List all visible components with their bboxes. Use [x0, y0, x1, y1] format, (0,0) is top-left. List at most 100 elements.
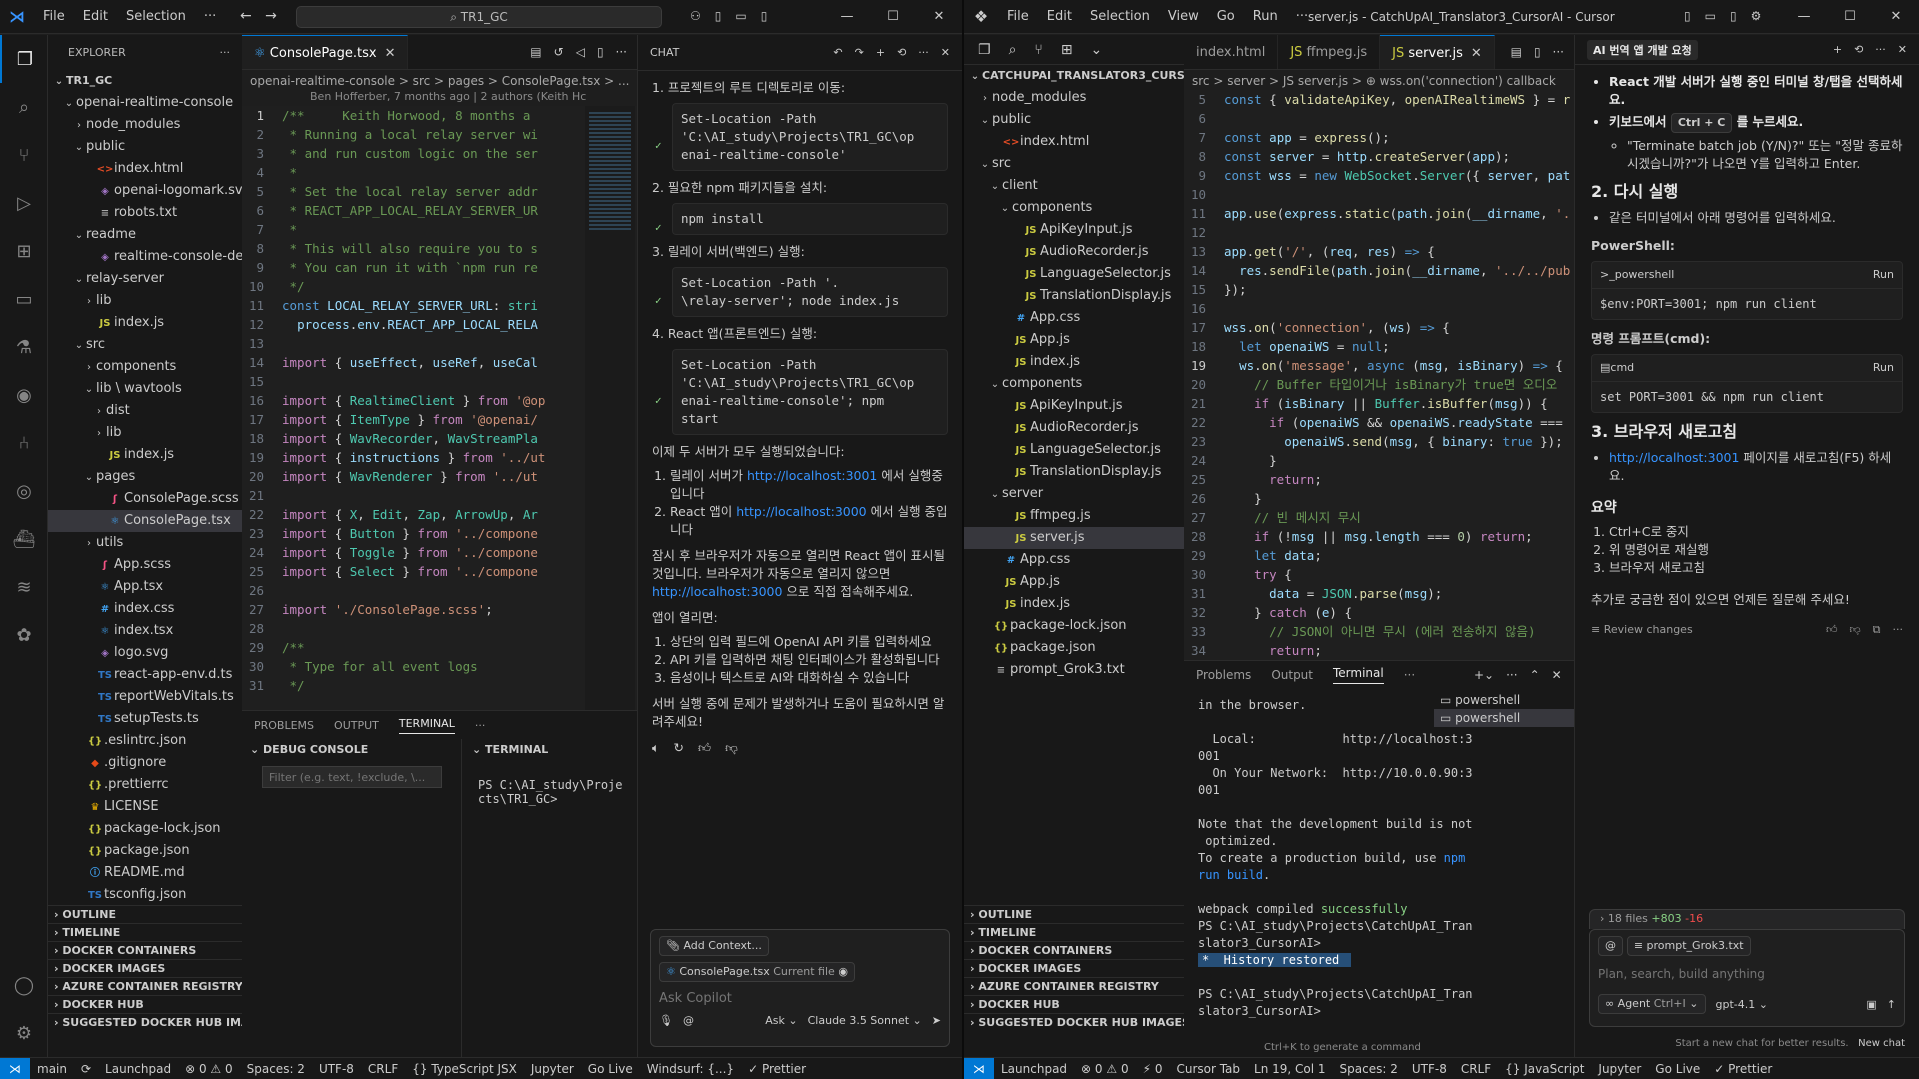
editor-tab[interactable]: JS ffmpeg.js — [1278, 35, 1381, 69]
tree-item[interactable]: ⌄ components — [964, 197, 1184, 219]
tree-item[interactable]: {} package-lock.json — [964, 615, 1184, 637]
tree-item[interactable]: ʃ App.scss — [48, 554, 242, 576]
chat-title[interactable]: AI 번역 앱 개발 요청 — [1587, 39, 1698, 60]
editor-tab[interactable]: index.html — [1184, 35, 1279, 69]
search-icon[interactable]: ⌕ — [0, 83, 48, 131]
add-context-button[interactable]: 📎︎ Add Context... — [659, 936, 769, 956]
status-item[interactable]: ✓ Prettier — [741, 1062, 813, 1076]
at-mention-icon[interactable]: @ — [683, 1014, 694, 1027]
panel-tab[interactable]: Terminal — [1333, 666, 1384, 684]
status-item[interactable]: Windsurf: {...} — [640, 1062, 741, 1076]
panel-tab[interactable]: Problems — [1196, 668, 1251, 682]
cmd-command[interactable]: set PORT=3001 && npm run client — [1592, 382, 1902, 412]
thumbs-down-icon[interactable]: 👎︎ — [725, 739, 738, 757]
run-debug-icon[interactable]: ▷ — [0, 179, 48, 227]
source-control-icon[interactable]: ⑂ — [0, 131, 48, 179]
status-item[interactable]: CRLF — [1454, 1062, 1498, 1076]
sidebar-section[interactable]: › OUTLINE — [48, 905, 242, 923]
tree-item[interactable]: {} package.json — [964, 637, 1184, 659]
menu-item[interactable]: Selection — [117, 9, 195, 24]
more-actions-icon[interactable]: ··· — [616, 45, 627, 59]
tree-item[interactable]: TS setupTests.ts — [48, 708, 242, 730]
speaker-icon[interactable]: 🔈︎ — [652, 739, 660, 757]
tree-item[interactable]: ʃ ConsolePage.scss — [48, 488, 242, 510]
gitlens-prev-icon[interactable]: ◁ — [576, 45, 585, 59]
code-block-2[interactable]: ✓ npm install — [655, 203, 948, 235]
status-item[interactable]: ⚡ 0 — [1136, 1062, 1170, 1076]
tree-item[interactable]: JS LanguageSelector.js — [964, 439, 1184, 461]
status-item[interactable]: Launchpad — [98, 1062, 178, 1076]
sidebar-section[interactable]: › SUGGESTED DOCKER HUB IMAGES — [964, 1013, 1184, 1031]
tree-item[interactable]: › dist — [48, 400, 242, 422]
code-block-3[interactable]: ✓ Set-Location -Path '. \relay-server'; n… — [655, 267, 948, 317]
more-actions-icon[interactable]: ··· — [220, 35, 231, 70]
tree-item[interactable]: ⌄ components — [964, 373, 1184, 395]
menu-item[interactable]: Selection — [1081, 9, 1159, 24]
extension-misc-icon[interactable]: ✿ — [0, 611, 48, 659]
history-icon[interactable]: ⟲ — [897, 46, 906, 59]
layout-secondary-icon[interactable]: ▯ — [1730, 9, 1737, 23]
open-changes-icon[interactable]: ▤ — [530, 45, 541, 59]
explorer-icon[interactable]: ❐ — [978, 42, 991, 58]
menu-item[interactable]: File — [998, 9, 1038, 24]
tree-item[interactable]: JS ApiKeyInput.js — [964, 395, 1184, 417]
send-icon[interactable]: ↑ — [1887, 998, 1896, 1011]
tree-item[interactable]: JS index.js — [964, 351, 1184, 373]
current-file-chip[interactable]: ⚛ ConsolePage.tsx Current file ◉ — [659, 962, 855, 982]
code-block-4[interactable]: ✓ Set-Location -Path 'C:\AI_study\Project… — [655, 349, 948, 435]
tree-item[interactable]: {} .eslintrc.json — [48, 730, 242, 752]
panel-tab[interactable]: PROBLEMS — [254, 719, 314, 732]
github-icon[interactable]: ◉ — [0, 371, 48, 419]
menu-item[interactable]: Edit — [74, 9, 117, 24]
status-item[interactable]: Spaces: 2 — [240, 1062, 312, 1076]
close-icon[interactable]: ✕ — [1471, 46, 1482, 61]
tree-item[interactable]: ⌄ openai-realtime-console — [48, 92, 242, 114]
undo-icon[interactable]: ↶ — [833, 46, 842, 59]
workspace-root[interactable]: ⌄ TR1_GC — [48, 70, 242, 92]
powershell-command[interactable]: $env:PORT=3001; npm run client — [1592, 289, 1902, 319]
code-editor[interactable]: 1 /** Keith Horwood, 8 months a 2 * Runnin… — [242, 106, 637, 710]
tree-item[interactable]: # index.css — [48, 598, 242, 620]
minimap[interactable] — [585, 106, 635, 710]
tree-item[interactable]: <>index.html — [964, 131, 1184, 153]
menu-item[interactable]: Run — [1244, 9, 1287, 24]
panel-tab[interactable]: ··· — [475, 719, 486, 732]
settings-gear-icon[interactable]: ⚙ — [0, 1009, 48, 1057]
tree-item[interactable]: JS TranslationDisplay.js — [964, 285, 1184, 307]
maximize-icon[interactable]: ☐ — [1827, 0, 1873, 34]
tree-item[interactable]: ⚛ App.tsx — [48, 576, 242, 598]
sidebar-section[interactable]: › DOCKER CONTAINERS — [48, 941, 242, 959]
tree-item[interactable]: ⚛ index.tsx — [48, 620, 242, 642]
sidebar-section[interactable]: › AZURE CONTAINER REGISTRY — [48, 977, 242, 995]
status-item[interactable]: {} TypeScript JSX — [405, 1062, 524, 1076]
sidebar-section[interactable]: › TIMELINE — [48, 923, 242, 941]
terminal-output[interactable]: PS C:\AI_study\Proje cts\TR1_GC> — [464, 760, 637, 806]
model-select[interactable]: Claude 3.5 Sonnet ⌄ — [808, 1014, 922, 1027]
tree-item[interactable]: ◈ openai-logomark.svg — [48, 180, 242, 202]
sidebar-section[interactable]: › OUTLINE — [964, 905, 1184, 923]
more-actions-icon[interactable]: ··· — [1506, 661, 1517, 689]
history-icon[interactable]: ⟲ — [1854, 43, 1863, 56]
terminal-output[interactable]: in the browser. Local: http://localhost:… — [1198, 697, 1473, 1020]
status-item[interactable]: CRLF — [361, 1062, 405, 1076]
sidebar-section[interactable]: › DOCKER HUB — [964, 995, 1184, 1013]
tab-consolepage-tsx[interactable]: ⚛ ConsolePage.tsx ✕ — [242, 35, 409, 69]
tree-item[interactable]: ⚛ ConsolePage.tsx — [48, 510, 242, 532]
account-icon[interactable]: ◯ — [0, 961, 48, 1009]
sidebar-section[interactable]: › DOCKER IMAGES — [48, 959, 242, 977]
tree-item[interactable]: ⌄ pages — [48, 466, 242, 488]
command-center-search[interactable]: ⌕ TR1_GC — [296, 6, 662, 28]
layout-panel-icon[interactable]: ▭ — [735, 9, 746, 23]
testing-icon[interactable]: ⚗ — [0, 323, 48, 371]
status-item[interactable]: Ln 19, Col 1 — [1247, 1062, 1333, 1076]
send-icon[interactable]: ➤ — [932, 1014, 941, 1027]
sidebar-section[interactable]: › SUGGESTED DOCKER HUB IMA... — [48, 1013, 242, 1031]
status-item[interactable]: Go Live — [581, 1062, 640, 1076]
tree-item[interactable]: ⌄ server — [964, 483, 1184, 505]
terminal-list-item[interactable]: ▭ powershell — [1434, 709, 1574, 727]
git-graph-icon[interactable]: ⑃ — [0, 419, 48, 467]
context-file-chip[interactable]: ≡ prompt_Grok3.txt — [1626, 936, 1751, 956]
copilot-icon[interactable]: ⚇ — [690, 9, 701, 23]
model-select[interactable]: gpt-4.1 ⌄ — [1716, 998, 1768, 1011]
split-editor-icon[interactable]: ▯ — [597, 45, 604, 59]
